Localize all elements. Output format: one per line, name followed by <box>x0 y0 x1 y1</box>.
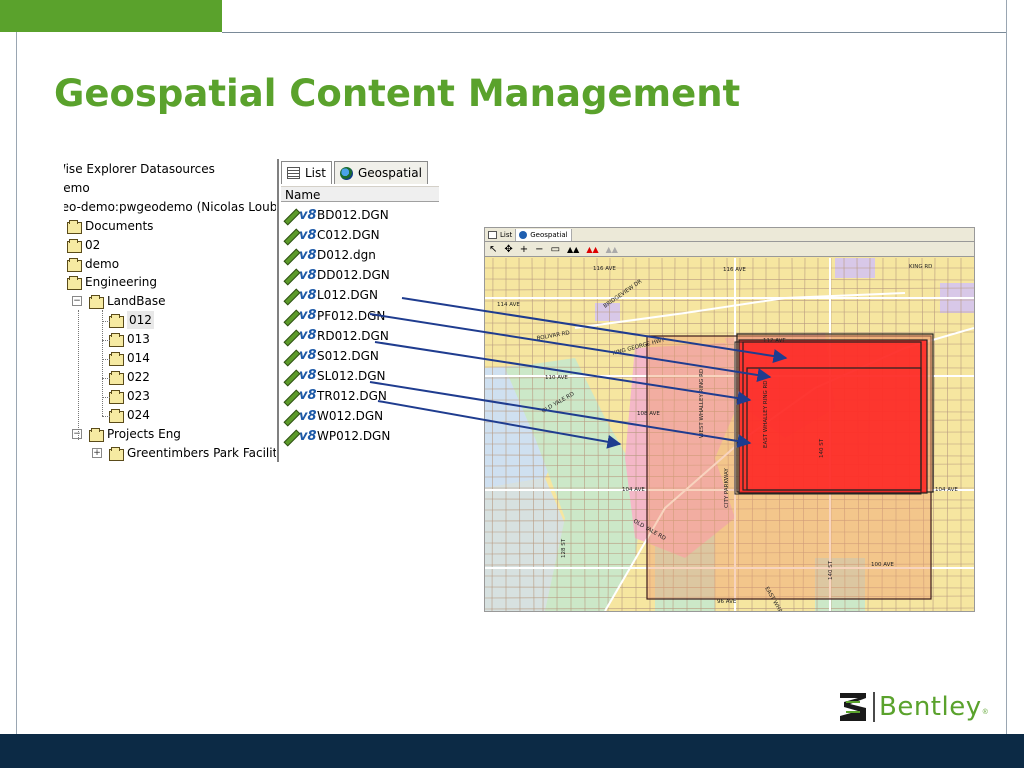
bentley-b-icon <box>840 693 866 721</box>
registered-mark: ® <box>982 709 988 716</box>
link-arrows <box>369 297 788 449</box>
logo-separator <box>873 692 875 722</box>
logo-wordmark: Bentley <box>879 692 982 722</box>
bentley-logo: Bentley ® <box>838 688 988 726</box>
link-arrow <box>377 400 622 449</box>
